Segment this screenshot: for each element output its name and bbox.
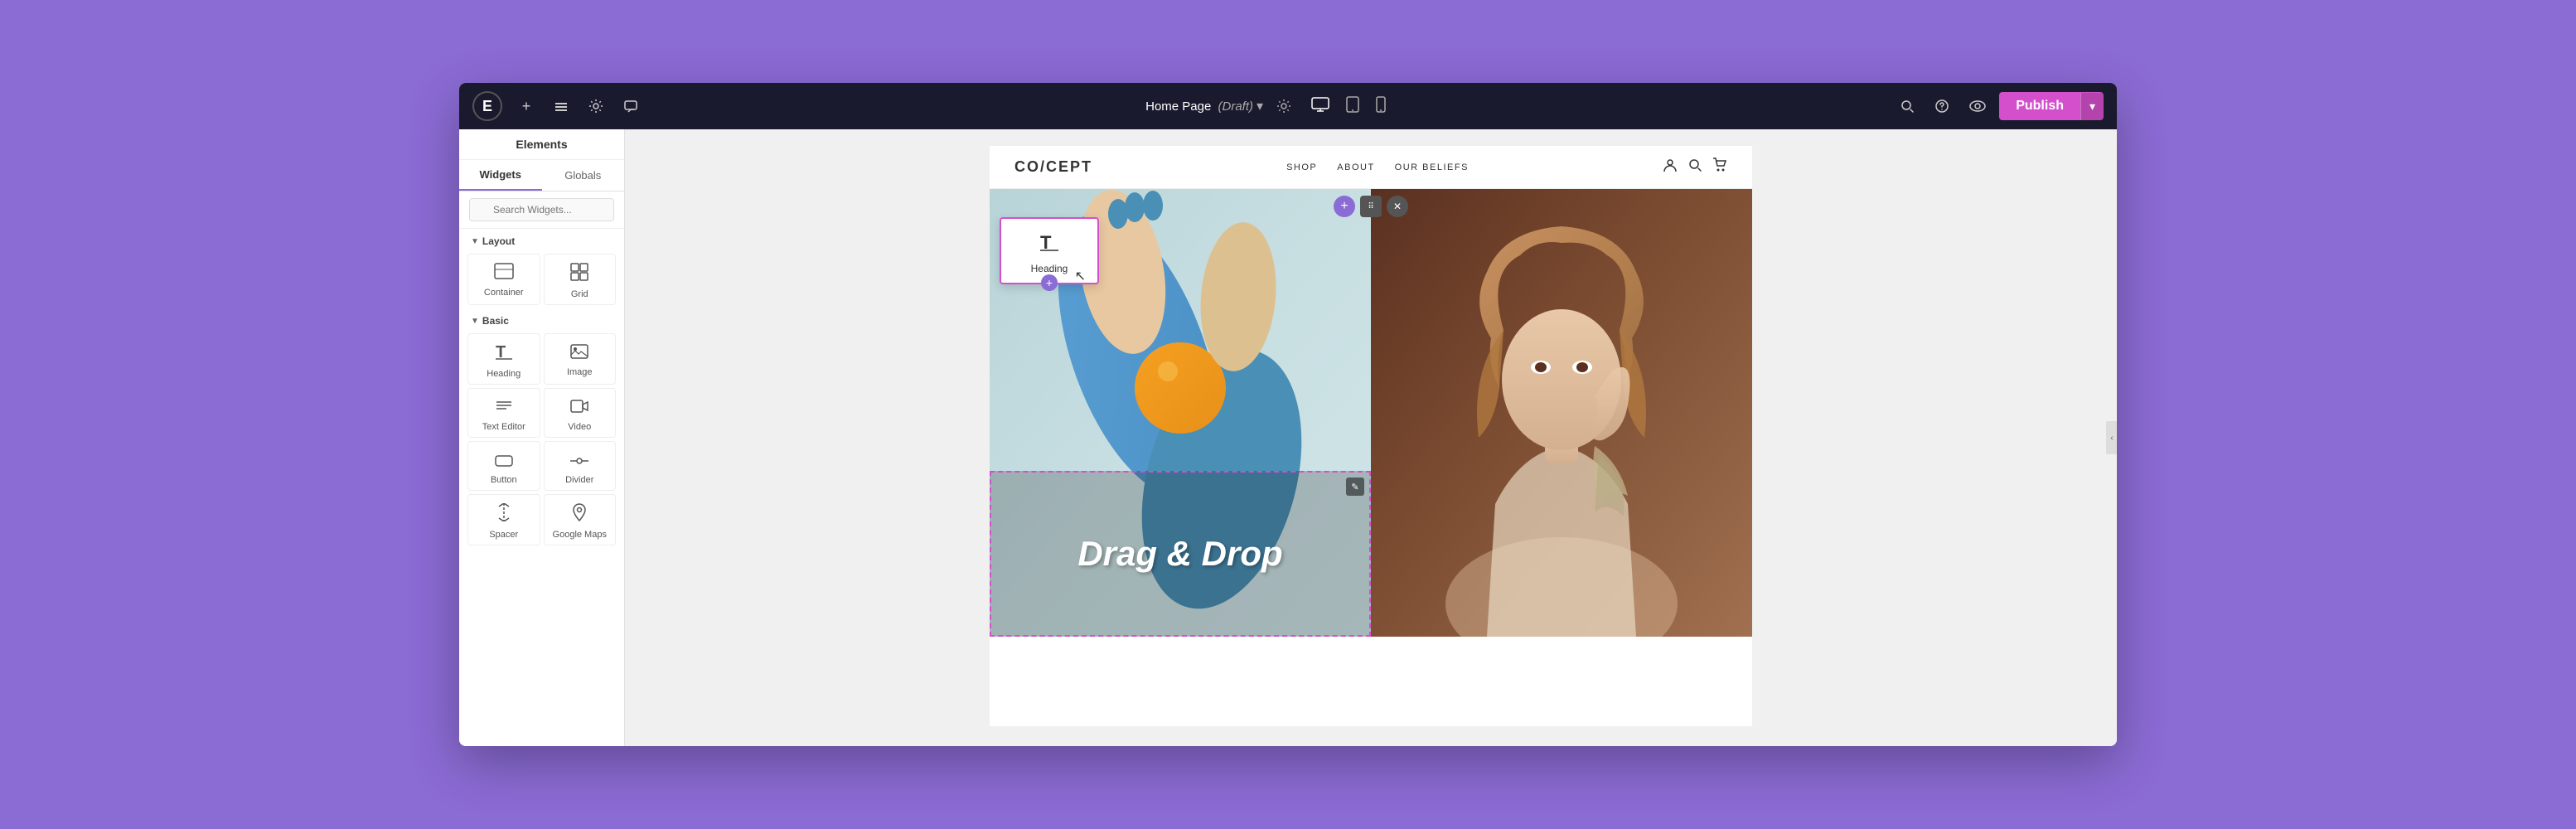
preview-button[interactable] [1963, 97, 1993, 115]
device-switcher [1305, 93, 1392, 120]
svg-text:T: T [1040, 232, 1052, 252]
edit-icon-corner[interactable]: ✎ [1346, 478, 1364, 496]
hero-left: T Heading + ↖ Drag & Drop [990, 189, 1371, 637]
page-title-text: Home Page (Draft) [1145, 99, 1253, 114]
image-icon [570, 342, 588, 364]
menu-item-shop: SHOP [1286, 162, 1317, 172]
spacer-icon [497, 503, 511, 526]
add-element-button[interactable]: + [512, 92, 540, 120]
site-menu: SHOP ABOUT OUR BELIEFS [1286, 162, 1469, 172]
google-maps-icon [572, 503, 587, 526]
top-toolbar: E + CO/CEPT Home Page (Draft) ▾ [459, 83, 2117, 129]
text-editor-label: Text Editor [482, 422, 525, 432]
drag-drop-text: Drag & Drop [1077, 534, 1282, 574]
container-icon [494, 263, 514, 284]
cart-icon [1712, 158, 1727, 177]
layout-section-label: ▼ Layout [459, 229, 624, 250]
grid-icon [570, 263, 588, 286]
drag-drop-overlay[interactable]: Drag & Drop ✎ [990, 471, 1371, 637]
button-label: Button [491, 475, 517, 485]
heading-label: Heading [487, 369, 521, 379]
panel-tabs: Widgets Globals [459, 160, 624, 191]
toolbar-right: Publish ▾ [1893, 92, 2104, 120]
hero-section: T Heading + ↖ Drag & Drop [990, 189, 1752, 637]
settings-button[interactable] [582, 92, 610, 120]
layers-button[interactable] [547, 92, 575, 120]
google-maps-widget[interactable]: Google Maps [544, 494, 617, 545]
toolbar-icons-left: + [512, 92, 645, 120]
mobile-view-button[interactable] [1369, 93, 1392, 120]
site-navigation: CO/CEPT SHOP ABOUT OUR BELIEFS [990, 146, 1752, 189]
publish-button-group: Publish ▾ [1999, 92, 2104, 120]
editor-window: E + CO/CEPT Home Page (Draft) ▾ [459, 83, 2117, 746]
divider-label: Divider [565, 475, 593, 485]
left-panel: Elements Widgets Globals 🔍 ▼ Layout [459, 129, 625, 746]
elementor-logo: E [472, 91, 502, 121]
heading-widget-popup[interactable]: T Heading + ↖ [1000, 217, 1099, 284]
button-icon [495, 450, 513, 472]
page-settings-gear[interactable] [1276, 99, 1291, 114]
text-editor-icon [495, 397, 513, 419]
portrait-bg [1371, 189, 1752, 637]
basic-widgets-grid: T Heading Image Text Editor [459, 330, 624, 549]
comments-button[interactable] [617, 92, 645, 120]
tablet-view-button[interactable] [1339, 93, 1366, 120]
video-label: Video [568, 422, 591, 432]
divider-icon [570, 450, 588, 472]
edit-icon: ✎ [1351, 482, 1358, 492]
heading-widget-icon: T [1039, 230, 1060, 258]
search-box: 🔍 [459, 191, 624, 229]
video-widget[interactable]: Video [544, 388, 617, 438]
image-widget[interactable]: Image [544, 333, 617, 385]
text-editor-widget[interactable]: Text Editor [467, 388, 540, 438]
move-section-button[interactable]: ⠿ [1360, 196, 1382, 217]
spacer-label: Spacer [489, 530, 518, 540]
image-label: Image [567, 367, 593, 377]
spacer-widget[interactable]: Spacer [467, 494, 540, 545]
hero-right [1371, 189, 1752, 637]
heading-widget-panel[interactable]: T Heading [467, 333, 540, 385]
heading-widget-label: Heading [1031, 263, 1068, 274]
heading-icon: T [496, 342, 512, 366]
add-section-button[interactable]: + [1334, 196, 1355, 217]
grid-widget[interactable]: Grid [544, 254, 617, 305]
search-nav-icon [1687, 158, 1702, 177]
google-maps-label: Google Maps [553, 530, 607, 540]
widgets-tab[interactable]: Widgets [459, 160, 542, 191]
toolbar-center: CO/CEPT Home Page (Draft) ▾ [655, 93, 1883, 120]
globals-tab[interactable]: Globals [542, 160, 625, 191]
svg-text:T: T [496, 343, 506, 361]
cursor-indicator: ↖ [1075, 268, 1086, 284]
panel-collapse-button[interactable]: ‹ [2106, 421, 2117, 454]
publish-button[interactable]: Publish [1999, 92, 2080, 120]
canvas-area[interactable]: ‹ CO/CEPT SHOP ABOUT OUR BELIEFS [625, 129, 2117, 746]
grid-label: Grid [571, 289, 588, 299]
heading-widget-plus: + [1041, 274, 1058, 291]
website-preview: CO/CEPT SHOP ABOUT OUR BELIEFS [990, 146, 1752, 726]
menu-item-beliefs: OUR BELIEFS [1395, 162, 1469, 172]
button-widget[interactable]: Button [467, 441, 540, 491]
close-section-button[interactable]: ✕ [1387, 196, 1408, 217]
user-icon [1663, 158, 1678, 177]
main-content: Elements Widgets Globals 🔍 ▼ Layout [459, 129, 2117, 746]
search-input[interactable] [469, 198, 614, 221]
site-logo: CO/CEPT [1014, 158, 1092, 176]
desktop-view-button[interactable] [1305, 93, 1336, 120]
divider-widget[interactable]: Divider [544, 441, 617, 491]
site-nav-icons [1663, 158, 1727, 177]
search-button[interactable] [1893, 95, 1921, 117]
page-title-dropdown[interactable]: ▾ [1257, 98, 1263, 114]
publish-dropdown-button[interactable]: ▾ [2080, 93, 2104, 120]
container-label: Container [484, 288, 524, 298]
page-title-area: CO/CEPT Home Page (Draft) ▾ [1145, 98, 1263, 114]
panel-header: Elements [459, 129, 624, 160]
container-widget[interactable]: Container [467, 254, 540, 305]
help-button[interactable] [1928, 95, 1956, 117]
basic-section-label: ▼ Basic [459, 308, 624, 330]
layout-widgets-grid: Container Grid [459, 250, 624, 308]
menu-item-about: ABOUT [1337, 162, 1374, 172]
video-icon [570, 397, 588, 419]
